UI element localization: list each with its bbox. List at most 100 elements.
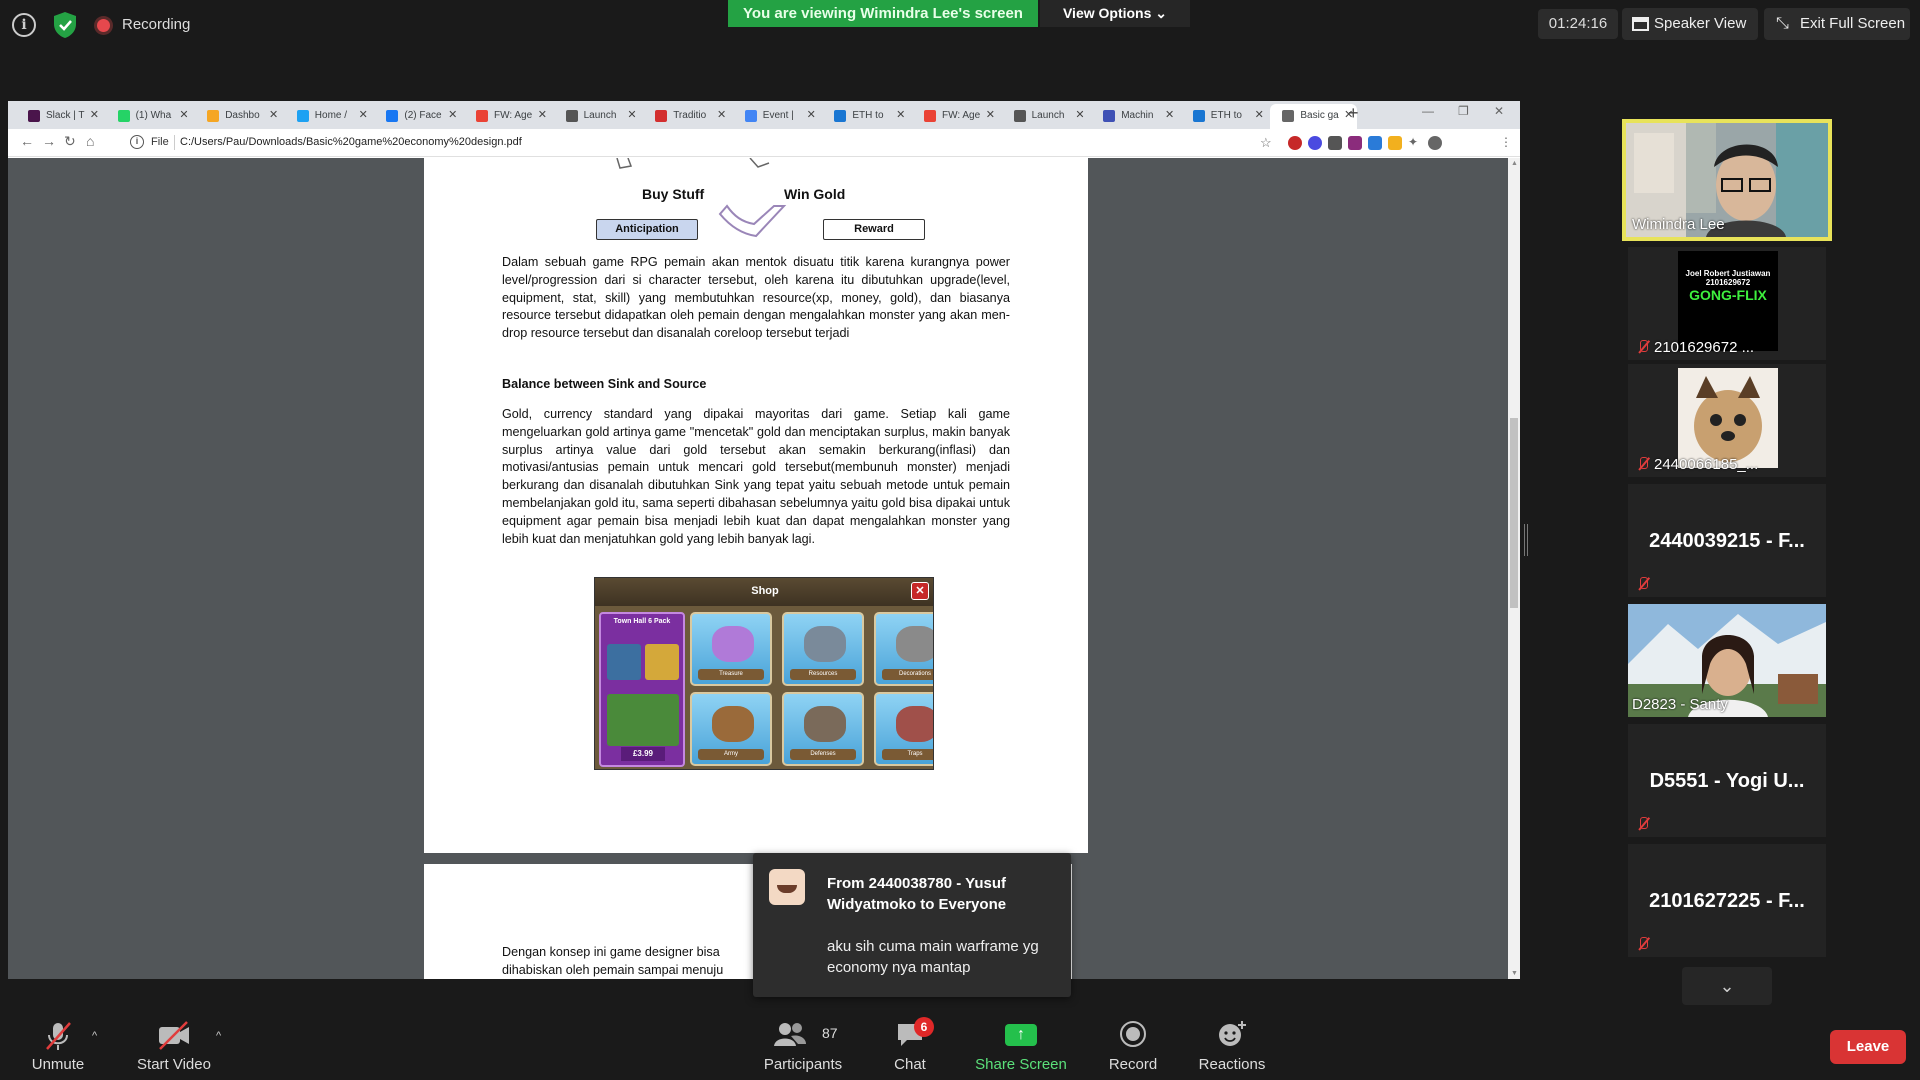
browser-tab[interactable]: Launch ✕ — [554, 104, 641, 129]
scrollbar-thumb[interactable] — [1510, 418, 1518, 608]
browser-tab[interactable]: Dashbo ✕ — [195, 104, 282, 129]
adblock-extension-icon[interactable] — [1288, 136, 1302, 150]
pack-item-image — [607, 644, 641, 680]
tab-close-icon[interactable]: ✕ — [538, 104, 547, 127]
tab-close-icon[interactable]: ✕ — [717, 104, 726, 127]
chat-button[interactable]: Chat — [870, 1016, 950, 1076]
speaker-view-button[interactable]: Speaker View — [1622, 8, 1758, 40]
minimize-icon[interactable]: — — [1422, 104, 1434, 118]
back-icon[interactable]: ← — [20, 133, 34, 149]
audio-options-caret-icon[interactable]: ^ — [92, 1030, 97, 1042]
tab-label: Launch — [1031, 110, 1065, 121]
shop-category-tile: Defenses — [782, 692, 864, 766]
leave-meeting-button[interactable]: Leave — [1830, 1030, 1906, 1064]
extension-icon[interactable] — [1388, 136, 1402, 150]
meeting-info-icon[interactable]: i — [12, 13, 36, 37]
tab-label: ETH to — [1210, 110, 1242, 121]
browser-tab[interactable]: FW: Age ✕ — [912, 104, 999, 129]
shop-category-tile: Treasure — [690, 612, 772, 686]
tab-label: Launch — [583, 110, 617, 121]
browser-tab[interactable]: (1) Wha ✕ — [106, 104, 193, 129]
participant-name: D2823 - Santy — [1632, 696, 1728, 713]
browser-tab[interactable]: ETH to ✕ — [1181, 104, 1268, 129]
tab-close-icon[interactable]: ✕ — [1255, 104, 1264, 127]
participant-tile[interactable]: 2440066185_... — [1628, 364, 1826, 477]
home-icon[interactable]: ⌂ — [86, 133, 94, 149]
browser-tab[interactable]: Machin ✕ — [1091, 104, 1178, 129]
scroll-up-icon[interactable]: ▲ — [1511, 160, 1518, 167]
restore-icon[interactable]: ❐ — [1458, 104, 1469, 118]
start-video-button[interactable]: Start Video — [130, 1016, 218, 1076]
tab-close-icon[interactable]: ✕ — [1075, 104, 1084, 127]
reload-icon[interactable]: ↻ — [64, 133, 76, 150]
recording-label: Recording — [122, 16, 191, 33]
browser-tab[interactable]: ETH to ✕ — [822, 104, 909, 129]
tab-close-icon[interactable]: ✕ — [90, 104, 99, 127]
browser-tab[interactable]: Event | ✕ — [733, 104, 820, 129]
browser-menu-icon[interactable]: ⋮ — [1500, 135, 1512, 149]
video-options-caret-icon[interactable]: ^ — [216, 1030, 221, 1042]
browser-tab[interactable]: Launch ✕ — [1002, 104, 1089, 129]
chat-notification[interactable]: From 2440038780 - Yusuf Widyatmoko to Ev… — [753, 853, 1071, 997]
participant-tile[interactable]: D2823 - Santy — [1628, 604, 1826, 717]
extensions-puzzle-icon[interactable]: ✦ — [1408, 135, 1418, 149]
shop-category-label: Defenses — [790, 749, 856, 760]
bookmark-star-icon[interactable]: ☆ — [1260, 135, 1272, 151]
view-options-button[interactable]: View Options ⌄ — [1040, 0, 1190, 27]
scroll-down-icon[interactable]: ▼ — [1511, 970, 1518, 977]
address-input[interactable]: C:/Users/Pau/Downloads/Basic%20game%20ec… — [180, 136, 522, 148]
extension-icon[interactable] — [1348, 136, 1362, 150]
site-info-icon[interactable]: i — [130, 135, 144, 149]
shop-category-image — [804, 706, 846, 742]
browser-tab[interactable]: (2) Face ✕ — [374, 104, 461, 129]
extension-icon[interactable] — [1328, 136, 1342, 150]
extension-icon[interactable] — [1368, 136, 1382, 150]
shop-category-label: Decorations — [882, 669, 933, 680]
tab-close-icon[interactable]: ✕ — [179, 104, 188, 127]
unmute-button[interactable]: Unmute — [22, 1016, 94, 1076]
pdf-scrollbar[interactable]: ▲ ▼ — [1508, 158, 1520, 979]
extension-icon[interactable] — [1308, 136, 1322, 150]
forward-icon[interactable]: → — [42, 133, 56, 149]
participant-name: 2440066185_... — [1654, 456, 1759, 473]
new-tab-icon[interactable]: + — [1348, 103, 1359, 124]
close-window-icon[interactable]: ✕ — [1494, 104, 1504, 118]
browser-tab[interactable]: Home / ✕ — [285, 104, 372, 129]
tab-close-icon[interactable]: ✕ — [986, 104, 995, 127]
tab-close-icon[interactable]: ✕ — [269, 104, 278, 127]
browser-tab[interactable]: FW: Age ✕ — [464, 104, 551, 129]
reactions-button[interactable]: Reactions — [1190, 1016, 1274, 1076]
browser-tab[interactable]: Slack | T ✕ — [16, 104, 103, 129]
exit-fullscreen-button[interactable]: ⤡ Exit Full Screen — [1764, 8, 1910, 40]
tab-close-icon[interactable]: ✕ — [448, 104, 457, 127]
tab-favicon-icon — [744, 110, 757, 122]
share-screen-button[interactable]: Share Screen — [970, 1016, 1072, 1076]
encryption-shield-icon[interactable] — [53, 11, 77, 39]
participant-tile[interactable]: Joel Robert Justiawan 2101629672 GONG-FL… — [1628, 247, 1826, 360]
tab-close-icon[interactable]: ✕ — [359, 104, 368, 127]
tab-close-icon[interactable]: ✕ — [807, 104, 816, 127]
participant-tile-active-speaker[interactable]: Wimindra Lee — [1622, 119, 1832, 241]
panel-resize-handle[interactable] — [1524, 524, 1528, 556]
shop-screenshot-image: Shop ✕ Town Hall 6 Pack £3.99 Treasure Re… — [594, 577, 934, 770]
tab-close-icon[interactable]: ✕ — [1165, 104, 1174, 127]
participant-tile[interactable]: 2440039215 - F... — [1628, 484, 1826, 597]
tab-favicon-icon — [28, 110, 40, 122]
browser-tab[interactable]: Traditio ✕ — [643, 104, 730, 129]
record-button[interactable]: Record — [1096, 1016, 1170, 1076]
section-heading: Balance between Sink and Source — [502, 377, 707, 391]
browser-tab[interactable]: Basic ga ✕ — [1270, 104, 1358, 129]
profile-avatar-icon[interactable] — [1428, 136, 1442, 150]
tab-favicon-icon — [1013, 110, 1026, 122]
participants-scroll-down-button[interactable]: ⌄ — [1682, 967, 1772, 1005]
participant-tile[interactable]: D5551 - Yogi U... — [1628, 724, 1826, 837]
url-scheme-label: File — [151, 136, 169, 148]
speaker-view-icon — [1632, 17, 1649, 31]
tab-close-icon[interactable]: ✕ — [896, 104, 905, 127]
participant-tile[interactable]: 2101627225 - F... — [1628, 844, 1826, 957]
exit-fullscreen-label: Exit Full Screen — [1800, 15, 1906, 32]
view-options-label: View Options — [1062, 5, 1152, 21]
tab-close-icon[interactable]: ✕ — [627, 104, 636, 127]
tab-label: (2) Face — [404, 110, 442, 121]
shop-category-tile: Resources — [782, 612, 864, 686]
